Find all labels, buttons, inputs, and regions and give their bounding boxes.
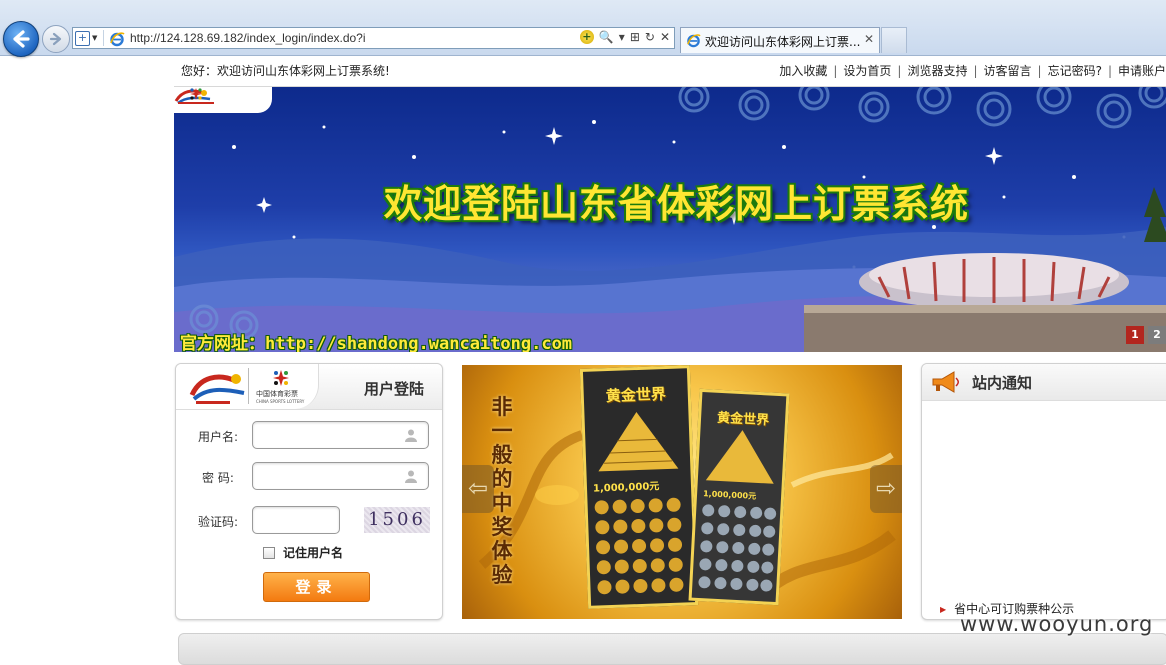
remember-label: 记住用户名 [283, 546, 344, 560]
chevron-down-icon: ▼ [92, 34, 98, 42]
separator: | [1107, 64, 1112, 78]
prize-text: 1,000,000元 [592, 481, 660, 495]
top-links: 加入收藏 | 设为首页 | 浏览器支持 | 访客留言 | 忘记密码? | 申请账户 [779, 62, 1166, 79]
hero-banner: 欢迎登陆山东省体彩网上订票系统 官方网址：http://shandong.wan… [174, 87, 1166, 352]
user-icon [405, 470, 417, 483]
slide-indicator-1[interactable]: 1 [1126, 326, 1144, 344]
captcha-label: 验证码: [198, 515, 239, 529]
login-title: 用户登陆 [363, 380, 424, 398]
promo-slider: 非一般的中奖体验 黄金世界 1,000,000元 黄金世界 1,000,000元 [462, 365, 902, 619]
username-label: 用户名: [198, 430, 239, 444]
separator: | [897, 64, 902, 78]
lottery-ticket-back: 黄金世界 1,000,000元 [688, 388, 790, 606]
gold-bars-icon [598, 412, 679, 472]
address-bar[interactable]: + ▼ http://124.128.69.182/index_login/in… [72, 27, 675, 49]
search-icon[interactable]: 🔍 [599, 30, 614, 44]
link-apply-account[interactable]: 申请账户 [1118, 64, 1166, 78]
ie-logo-icon [687, 34, 701, 48]
captcha-input[interactable] [252, 506, 340, 534]
user-icon [405, 429, 417, 442]
link-set-homepage[interactable]: 设为首页 [843, 64, 891, 78]
search-dropdown-icon[interactable]: ▾ [619, 30, 625, 44]
login-panel: 中国体育彩票 CHINA SPORTS LOTTERY 用户登陆 用户名: 密 … [175, 363, 443, 620]
address-tools: + 🔍 ▾ ⊞ ↻ ✕ [579, 30, 670, 44]
remember-checkbox[interactable] [263, 547, 275, 559]
logo-text-en: CHINA SPORTS LOTTERY [256, 399, 305, 404]
refresh-icon[interactable]: ↻ [645, 30, 655, 44]
megaphone-icon [932, 371, 959, 393]
forward-arrow-icon [49, 32, 62, 46]
official-url: 官方网址：http://shandong.wancaitong.com [180, 334, 573, 352]
notice-header: 站内通知 [922, 364, 1166, 401]
separator: | [1037, 64, 1042, 78]
slider-prev-button[interactable]: ⇦ [462, 465, 494, 513]
site-top-bar: 您好：欢迎访问山东体彩网上订票系统! 加入收藏 | 设为首页 | 浏览器支持 | 访客留言 |… [174, 56, 1166, 87]
login-logo-area: 中国体育彩票 CHINA SPORTS LOTTERY [176, 364, 319, 409]
addon-icon[interactable]: + [579, 30, 594, 44]
scratch-area-icon [698, 504, 777, 592]
login-header: 中国体育彩票 CHINA SPORTS LOTTERY 用户登陆 [176, 364, 442, 410]
separator: | [833, 64, 838, 78]
ie-logo-icon [110, 32, 125, 47]
url-text[interactable]: http://124.128.69.182/index_login/index.… [130, 31, 366, 45]
login-button[interactable]: 登录 [263, 572, 370, 602]
watermark: www.wooyun.org [960, 612, 1154, 636]
scratch-area-icon [594, 497, 684, 595]
stop-icon[interactable]: ✕ [660, 30, 670, 44]
compatibility-view-button[interactable]: + ▼ [75, 30, 104, 46]
china-sports-lottery-logo-icon [178, 88, 214, 104]
compatibility-icon: + [75, 30, 90, 46]
logo-divider [248, 368, 249, 404]
forward-button[interactable] [42, 25, 70, 53]
password-label: 密 码: [202, 471, 234, 485]
link-add-favorite[interactable]: 加入收藏 [779, 64, 827, 78]
sports-lottery-mascot-icon [189, 374, 245, 404]
bottom-panel [178, 633, 1166, 665]
browser-tab[interactable]: 欢迎访问山东体彩网上订票... ✕ [680, 27, 880, 53]
close-icon[interactable]: ✕ [864, 32, 874, 46]
notice-title: 站内通知 [972, 374, 1033, 392]
china-sports-lottery-logo-icon [273, 370, 289, 386]
back-arrow-icon [13, 30, 30, 48]
ticket-title: 黄金世界 [605, 385, 667, 406]
banner-title: 欢迎登陆山东省体彩网上订票系统 [384, 182, 970, 226]
bullet-icon: ▶ [940, 605, 947, 614]
back-button[interactable] [3, 21, 39, 57]
slider-next-button[interactable]: ⇨ [870, 465, 902, 513]
gold-bars-icon [705, 430, 774, 484]
link-guestbook[interactable]: 访客留言 [984, 64, 1032, 78]
notice-panel: 站内通知 ▶ 省中心可订购票种公示 [921, 363, 1166, 620]
password-input[interactable] [252, 462, 429, 490]
new-tab-button[interactable] [881, 27, 907, 53]
welcome-text: 您好：欢迎访问山东体彩网上订票系统! [181, 64, 390, 78]
username-input[interactable] [252, 421, 429, 449]
lottery-ticket-front: 黄金世界 1,000,000元 [579, 365, 699, 609]
link-browser-support[interactable]: 浏览器支持 [907, 64, 967, 78]
captcha-image[interactable]: 1506 [364, 507, 430, 533]
slide-indicator-2[interactable]: 2 [1148, 326, 1166, 344]
banner-logo [174, 87, 272, 113]
tab-title: 欢迎访问山东体彩网上订票... [705, 35, 861, 49]
link-forgot-password[interactable]: 忘记密码? [1048, 64, 1102, 78]
compat-view-icon[interactable]: ⊞ [630, 30, 640, 44]
browser-toolbar: + ▼ http://124.128.69.182/index_login/in… [0, 0, 1166, 57]
separator: | [973, 64, 978, 78]
logo-text-cn: 中国体育彩票 [256, 390, 298, 398]
